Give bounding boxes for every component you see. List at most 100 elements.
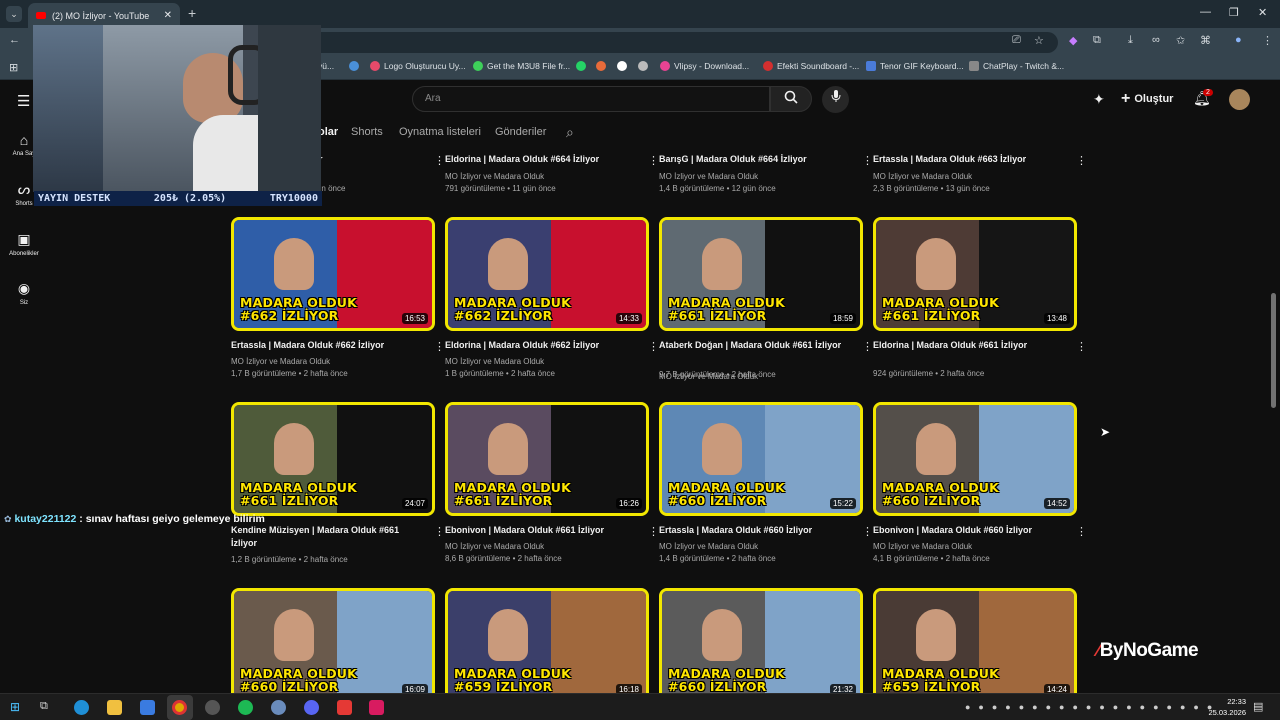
- video-thumbnail[interactable]: MADARA OLDUK #662 İZLİYOR 16:53: [231, 217, 435, 331]
- bookmark-item[interactable]: [349, 61, 359, 71]
- more-options-icon[interactable]: ⋮: [862, 340, 873, 353]
- menu-dots-icon[interactable]: ⋮: [1262, 34, 1273, 47]
- channel-name[interactable]: MO İzliyor ve Madara Olduk: [445, 542, 544, 551]
- file-explorer-icon[interactable]: [107, 700, 122, 715]
- tab-videos[interactable]: olar: [318, 126, 338, 138]
- store-icon[interactable]: [140, 700, 155, 715]
- spotify-icon[interactable]: [238, 700, 253, 715]
- video-thumbnail[interactable]: MADARA OLDUK #660 İZLİYOR 14:52: [873, 402, 1077, 516]
- tab-playlists[interactable]: Oynatma listeleri: [399, 126, 481, 138]
- video-thumbnail[interactable]: MADARA OLDUK #662 İZLİYOR 14:33: [445, 217, 649, 331]
- video-title[interactable]: Ertassla | Madara Olduk #660 İzliyor: [659, 524, 849, 537]
- bookmark-item[interactable]: Logo Oluşturucu Uy...: [370, 61, 466, 71]
- bookmark-star-icon[interactable]: ☆: [1034, 34, 1044, 47]
- chrome-icon[interactable]: [172, 700, 187, 715]
- scrollbar[interactable]: [1271, 293, 1276, 408]
- link-icon[interactable]: ∞: [1152, 34, 1160, 46]
- create-button[interactable]: + Oluştur: [1121, 90, 1173, 108]
- windows-start-icon[interactable]: ⊞: [10, 700, 20, 714]
- taskbar-clock[interactable]: 22:33 25.03.2026: [1208, 696, 1246, 718]
- tab-search-button[interactable]: ⌄: [6, 6, 22, 22]
- more-options-icon[interactable]: ⋮: [1076, 340, 1087, 353]
- tab-posts[interactable]: Gönderiler: [495, 126, 546, 138]
- more-options-icon[interactable]: ⋮: [1076, 154, 1087, 167]
- edge-icon[interactable]: [74, 700, 89, 715]
- video-thumbnail[interactable]: MADARA OLDUK #659 İZLİYOR 16:18: [445, 588, 649, 702]
- obs-icon[interactable]: [205, 700, 220, 715]
- voice-search-button[interactable]: [822, 86, 849, 113]
- video-thumbnail[interactable]: MADARA OLDUK #661 İZLİYOR 16:26: [445, 402, 649, 516]
- more-options-icon[interactable]: ⋮: [434, 154, 445, 167]
- video-thumbnail[interactable]: MADARA OLDUK #661 İZLİYOR 24:07: [231, 402, 435, 516]
- video-title[interactable]: Ataberk Doğan | Madara Olduk #661 İzliyo…: [659, 339, 849, 352]
- more-options-icon[interactable]: ⋮: [434, 525, 445, 538]
- video-thumbnail[interactable]: MADARA OLDUK #661 İZLİYOR 13:48: [873, 217, 1077, 331]
- profile-avatar-icon[interactable]: ●: [1235, 34, 1242, 46]
- app-icon[interactable]: [369, 700, 384, 715]
- bookmark-item[interactable]: Vlipsy - Download...: [660, 61, 749, 71]
- video-title[interactable]: Ebonivon | Madara Olduk #661 İzliyor: [445, 524, 635, 537]
- video-thumbnail[interactable]: MADARA OLDUK #661 İZLİYOR 18:59: [659, 217, 863, 331]
- favorites-icon[interactable]: ✩: [1176, 34, 1185, 47]
- channel-name[interactable]: MO İzliyor ve Madara Olduk: [873, 542, 972, 551]
- account-avatar[interactable]: [1229, 89, 1250, 110]
- video-title[interactable]: Eldorina | Madara Olduk #662 İzliyor: [445, 339, 635, 352]
- new-tab-button[interactable]: +: [188, 5, 196, 21]
- discord-icon[interactable]: [304, 700, 319, 715]
- sidebar-item-subscriptions[interactable]: ▣ Abonelikler: [0, 231, 48, 257]
- video-thumbnail[interactable]: MADARA OLDUK #660 İZLİYOR 21:32: [659, 588, 863, 702]
- more-options-icon[interactable]: ⋮: [648, 525, 659, 538]
- search-button[interactable]: [770, 86, 812, 112]
- extensions-puzzle-icon[interactable]: ⧉: [1093, 34, 1101, 47]
- channel-name[interactable]: MO İzliyor ve Madara Olduk: [659, 172, 758, 181]
- system-tray-icons[interactable]: ●●●●●●●●●●●●●●●●●●●: [965, 702, 1220, 712]
- video-title[interactable]: Eldorina | Madara Olduk #661 İzliyor: [873, 339, 1063, 352]
- more-options-icon[interactable]: ⋮: [648, 154, 659, 167]
- video-thumbnail[interactable]: MADARA OLDUK #660 İZLİYOR 15:22: [659, 402, 863, 516]
- channel-name[interactable]: MO İzliyor ve Madara Olduk: [231, 357, 330, 366]
- video-title[interactable]: Kendine Müzisyen | Madara Olduk #661 İzl…: [231, 524, 421, 550]
- minimize-button[interactable]: —: [1200, 6, 1211, 18]
- hamburger-menu-icon[interactable]: ☰: [17, 92, 30, 110]
- channel-name[interactable]: MO İzliyor ve Madara Olduk: [445, 172, 544, 181]
- steam-icon[interactable]: [271, 700, 286, 715]
- extension-icon[interactable]: ◆: [1069, 34, 1077, 47]
- video-title[interactable]: Ebonivon | Madara Olduk #660 İzliyor: [873, 524, 1063, 537]
- bookmark-item[interactable]: Get the M3U8 File fr...: [473, 61, 570, 71]
- translate-icon[interactable]: ⌘: [1200, 34, 1211, 47]
- apps-grid-icon[interactable]: ⊞: [9, 61, 18, 74]
- video-title[interactable]: Eldorina | Madara Olduk #664 İzliyor: [445, 153, 635, 166]
- video-thumbnail[interactable]: MADARA OLDUK #660 İZLİYOR 16:09: [231, 588, 435, 702]
- search-input[interactable]: Ara: [412, 86, 770, 112]
- video-title[interactable]: BarışG | Madara Olduk #664 İzliyor: [659, 153, 849, 166]
- address-bar[interactable]: [300, 32, 1058, 53]
- channel-name[interactable]: MO İzliyor ve Madara Olduk: [659, 542, 758, 551]
- download-icon[interactable]: ⤓: [1128, 34, 1133, 47]
- bookmark-item[interactable]: Tenor GIF Keyboard...: [866, 61, 964, 71]
- bookmark-item[interactable]: ChatPlay - Twitch &...: [969, 61, 1064, 71]
- more-options-icon[interactable]: ⋮: [434, 340, 445, 353]
- task-view-icon[interactable]: ⧉: [40, 700, 48, 713]
- bookmark-item[interactable]: [596, 61, 606, 71]
- app-icon[interactable]: [337, 700, 352, 715]
- more-options-icon[interactable]: ⋮: [1076, 525, 1087, 538]
- cast-icon[interactable]: ⎚: [1012, 34, 1021, 47]
- close-window-button[interactable]: ✕: [1258, 6, 1267, 19]
- close-tab-icon[interactable]: ✕: [164, 10, 172, 21]
- bookmark-item[interactable]: [638, 61, 648, 71]
- video-title[interactable]: Ertassla | Madara Olduk #662 İzliyor: [231, 339, 421, 352]
- channel-name[interactable]: MO İzliyor ve Madara Olduk: [445, 357, 544, 366]
- channel-search-icon[interactable]: ⌕: [566, 124, 574, 141]
- bookmark-item[interactable]: [617, 61, 627, 71]
- video-thumbnail[interactable]: MADARA OLDUK #659 İZLİYOR 14:24: [873, 588, 1077, 702]
- sidebar-item-you[interactable]: ◉ Siz: [0, 280, 48, 306]
- video-title[interactable]: Ertassla | Madara Olduk #663 İzliyor: [873, 153, 1063, 166]
- more-options-icon[interactable]: ⋮: [862, 525, 873, 538]
- notification-center-icon[interactable]: ▤: [1253, 700, 1263, 713]
- tab-shorts[interactable]: Shorts: [351, 126, 383, 138]
- bookmark-item[interactable]: Efekti Soundboard -...: [763, 61, 859, 71]
- more-options-icon[interactable]: ⋮: [648, 340, 659, 353]
- restore-button[interactable]: ❐: [1229, 6, 1239, 19]
- bookmark-item[interactable]: [576, 61, 586, 71]
- premium-icon[interactable]: ✦: [1093, 91, 1105, 108]
